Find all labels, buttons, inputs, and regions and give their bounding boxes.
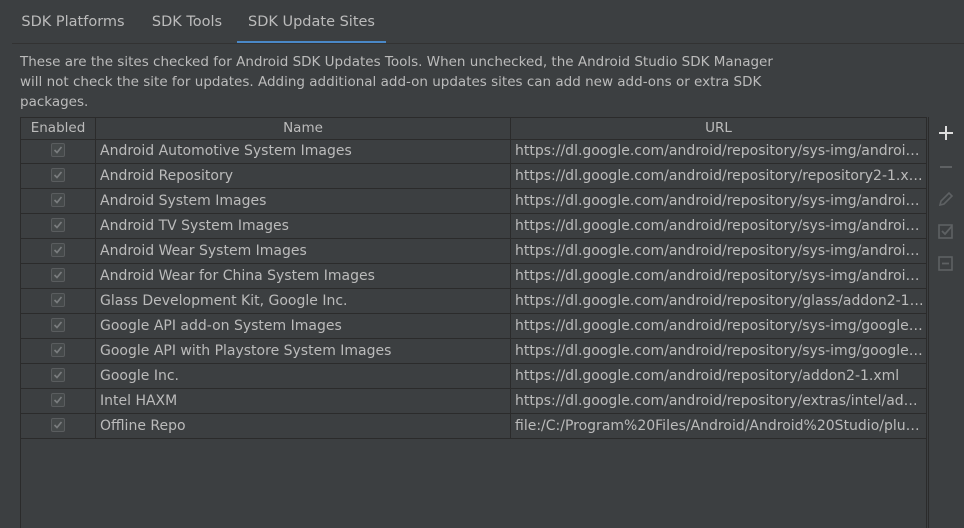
enabled-checkbox[interactable] [51,243,65,257]
enabled-cell [21,289,96,313]
enabled-cell [21,239,96,263]
site-url-cell[interactable]: https://dl.google.com/android/repository… [511,339,926,363]
enabled-checkbox[interactable] [51,368,65,382]
tab-sdk-platforms[interactable]: SDK Platforms [12,0,134,44]
enabled-checkbox[interactable] [51,193,65,207]
tab-divider [12,43,964,44]
site-name-cell[interactable]: Android Automotive System Images [96,139,511,163]
site-url-cell[interactable]: https://dl.google.com/android/repository… [511,264,926,288]
tab-sdk-tools[interactable]: SDK Tools [138,0,236,44]
site-name-cell[interactable]: Google API with Playstore System Images [96,339,511,363]
site-name-cell[interactable]: Android TV System Images [96,214,511,238]
table-row[interactable]: Android Automotive System Images https://… [21,139,926,164]
table-row[interactable]: Google API with Playstore System Images h… [21,339,926,364]
enabled-checkbox[interactable] [51,293,65,307]
site-name-cell[interactable]: Android Repository [96,164,511,188]
tab-bar: SDK Platforms SDK Tools SDK Update Sites [0,0,964,44]
site-name-cell[interactable]: Google API add-on System Images [96,314,511,338]
enabled-cell [21,189,96,213]
site-name-cell[interactable]: Android Wear for China System Images [96,264,511,288]
table-row[interactable]: Glass Development Kit, Google Inc. https:… [21,289,926,314]
description-line: will not check the site for updates. Add… [20,74,762,90]
site-name-cell[interactable]: Offline Repo [96,414,511,438]
table-row[interactable]: Offline Repo file:/C:/Program%20Files/And… [21,414,926,439]
enabled-checkbox[interactable] [51,168,65,182]
update-sites-table: Enabled Name URL Android Automotive Syst… [20,117,927,528]
site-url-cell[interactable]: https://dl.google.com/android/repository… [511,189,926,213]
tab-sdk-update-sites[interactable]: SDK Update Sites [237,0,386,44]
column-header-enabled[interactable]: Enabled [21,118,96,139]
enabled-checkbox[interactable] [51,143,65,157]
site-name-cell[interactable]: Android System Images [96,189,511,213]
site-url-cell[interactable]: https://dl.google.com/android/repository… [511,164,926,188]
check-all-icon[interactable] [935,220,957,242]
enabled-cell [21,389,96,413]
enabled-checkbox[interactable] [51,318,65,332]
table-header: Enabled Name URL [21,118,926,140]
site-name-cell[interactable]: Glass Development Kit, Google Inc. [96,289,511,313]
site-url-cell[interactable]: file:/C:/Program%20Files/Android/Android… [511,414,926,438]
table-row[interactable]: Android TV System Images https://dl.googl… [21,214,926,239]
edit-icon[interactable] [935,188,957,210]
enabled-cell [21,314,96,338]
enabled-cell [21,164,96,188]
table-row[interactable]: Intel HAXM https://dl.google.com/android/… [21,389,926,414]
table-row[interactable]: Android System Images https://dl.google.c… [21,189,926,214]
add-icon[interactable] [935,122,957,144]
description-line: packages. [20,94,89,110]
table-row[interactable]: Android Wear for China System Images http… [21,264,926,289]
site-url-cell[interactable]: https://dl.google.com/android/repository… [511,389,926,413]
column-header-url[interactable]: URL [511,118,926,139]
table-row[interactable]: Android Wear System Images https://dl.goo… [21,239,926,264]
site-name-cell[interactable]: Google Inc. [96,364,511,388]
enabled-cell [21,264,96,288]
description-line: These are the sites checked for Android … [20,54,773,70]
enabled-cell [21,364,96,388]
table-row[interactable]: Google Inc. https://dl.google.com/android… [21,364,926,389]
enabled-checkbox[interactable] [51,393,65,407]
enabled-checkbox[interactable] [51,418,65,432]
site-name-cell[interactable]: Intel HAXM [96,389,511,413]
enabled-cell [21,339,96,363]
site-url-cell[interactable]: https://dl.google.com/android/repository… [511,139,926,163]
enabled-cell [21,214,96,238]
table-row[interactable]: Google API add-on System Images https://d… [21,314,926,339]
description-text: These are the sites checked for Android … [20,52,780,112]
enabled-checkbox[interactable] [51,268,65,282]
enabled-checkbox[interactable] [51,343,65,357]
remove-icon[interactable] [935,156,957,178]
site-url-cell[interactable]: https://dl.google.com/android/repository… [511,364,926,388]
site-name-cell[interactable]: Android Wear System Images [96,239,511,263]
table-toolbar [928,117,964,528]
enabled-cell [21,139,96,163]
site-url-cell[interactable]: https://dl.google.com/android/repository… [511,214,926,238]
uncheck-all-icon[interactable] [935,252,957,274]
enabled-cell [21,414,96,438]
table-row[interactable]: Android Repository https://dl.google.com/… [21,164,926,189]
site-url-cell[interactable]: https://dl.google.com/android/repository… [511,289,926,313]
enabled-checkbox[interactable] [51,218,65,232]
column-header-name[interactable]: Name [96,118,511,139]
site-url-cell[interactable]: https://dl.google.com/android/repository… [511,239,926,263]
site-url-cell[interactable]: https://dl.google.com/android/repository… [511,314,926,338]
